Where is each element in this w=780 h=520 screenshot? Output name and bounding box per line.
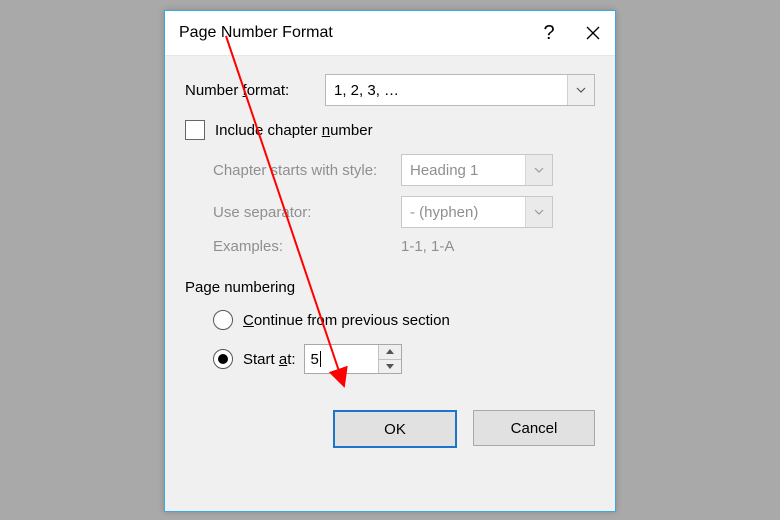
chevron-down-icon	[525, 197, 552, 227]
dialog-title: Page Number Format	[179, 24, 527, 42]
label-text: umber	[330, 122, 373, 139]
start-at-label: Start at:	[243, 351, 296, 368]
separator-row: Use separator: - (hyphen)	[213, 196, 595, 228]
chapter-options-group: Chapter starts with style: Heading 1 Use…	[185, 154, 595, 255]
chapter-starts-combobox: Heading 1	[401, 154, 553, 186]
include-chapter-row: Include chapter number	[185, 120, 595, 140]
spinner-value-text: 5	[311, 351, 319, 368]
continue-label: Continue from previous section	[243, 312, 450, 329]
ok-button[interactable]: OK	[333, 410, 457, 448]
spinner-buttons	[378, 345, 401, 373]
chapter-starts-value: Heading 1	[402, 155, 525, 185]
page-numbering-header: Page numbering	[185, 279, 595, 296]
page-number-format-dialog: Page Number Format ? Number format: 1, 2…	[164, 10, 616, 512]
help-button[interactable]: ?	[527, 11, 571, 55]
label-accel: a	[279, 351, 287, 368]
examples-row: Examples: 1-1, 1-A	[213, 238, 595, 255]
number-format-combobox[interactable]: 1, 2, 3, …	[325, 74, 595, 106]
separator-value: - (hyphen)	[402, 197, 525, 227]
label-text: ontinue from previous section	[254, 312, 450, 329]
separator-combobox: - (hyphen)	[401, 196, 553, 228]
continue-radio-row: Continue from previous section	[185, 310, 595, 330]
number-format-value: 1, 2, 3, …	[326, 75, 567, 105]
separator-label: Use separator:	[213, 204, 401, 221]
start-at-radio-row: Start at: 5	[185, 344, 595, 374]
number-format-row: Number format: 1, 2, 3, …	[185, 74, 595, 106]
cancel-button[interactable]: Cancel	[473, 410, 595, 446]
chapter-starts-label: Chapter starts with style:	[213, 162, 401, 179]
close-icon	[586, 26, 600, 40]
label-accel: C	[243, 312, 254, 329]
include-chapter-checkbox[interactable]	[185, 120, 205, 140]
titlebar: Page Number Format ?	[165, 11, 615, 56]
radio-selected-icon	[218, 354, 228, 364]
label-text: Start	[243, 351, 279, 368]
close-button[interactable]	[571, 11, 615, 55]
label-accel: n	[322, 122, 330, 139]
examples-value: 1-1, 1-A	[401, 238, 454, 255]
label-text: ormat:	[247, 82, 290, 99]
continue-radio[interactable]	[213, 310, 233, 330]
examples-label: Examples:	[213, 238, 401, 255]
label-text: Number	[185, 82, 243, 99]
start-at-radio[interactable]	[213, 349, 233, 369]
chevron-down-icon	[567, 75, 594, 105]
label-text: Include chapter	[215, 122, 322, 139]
text-caret	[320, 351, 321, 367]
label-text: t:	[287, 351, 295, 368]
chevron-down-icon	[525, 155, 552, 185]
number-format-label: Number format:	[185, 82, 325, 99]
include-chapter-label: Include chapter number	[215, 122, 373, 139]
spinner-up-button[interactable]	[379, 345, 401, 360]
start-at-value[interactable]: 5	[305, 345, 378, 373]
dialog-body: Number format: 1, 2, 3, … Include chapte…	[165, 56, 615, 374]
chapter-starts-row: Chapter starts with style: Heading 1	[213, 154, 595, 186]
start-at-spinner[interactable]: 5	[304, 344, 402, 374]
spinner-down-button[interactable]	[379, 360, 401, 374]
dialog-buttons: OK Cancel	[165, 388, 615, 448]
